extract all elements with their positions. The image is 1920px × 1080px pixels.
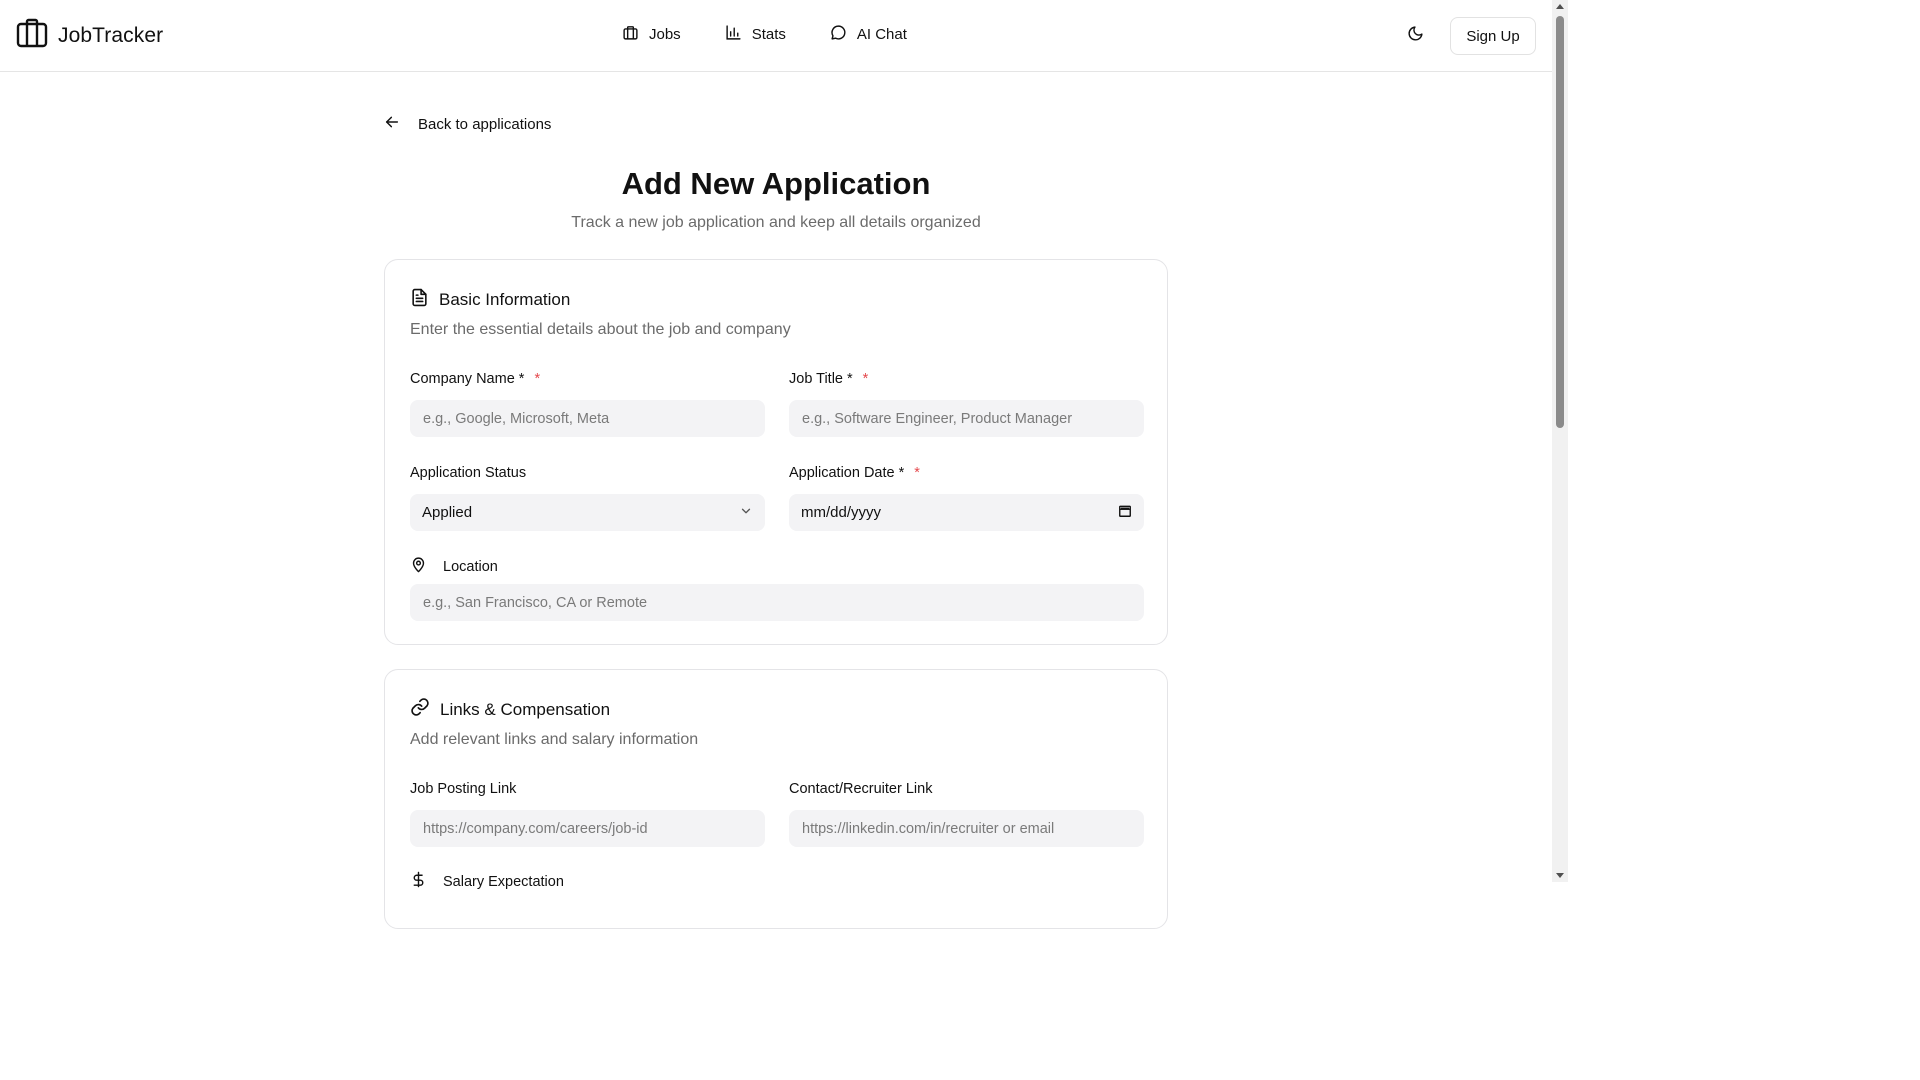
page-scrollbar[interactable]: [1552, 0, 1568, 882]
application-date-label: Application Date * *: [789, 465, 920, 481]
chevron-down-icon: [739, 504, 753, 522]
links-compensation-description: Add relevant links and salary informatio…: [410, 731, 699, 748]
location-label-text: Location: [443, 558, 498, 575]
scroll-up-arrow-icon[interactable]: [1556, 4, 1564, 9]
job-posting-link-label: Job Posting Link: [410, 781, 516, 797]
location-input[interactable]: [410, 584, 1144, 621]
main-nav: Jobs Stats AI Chat: [622, 24, 907, 45]
job-title-label: Job Title * *: [789, 371, 868, 387]
calendar-icon[interactable]: [1118, 504, 1132, 522]
scrollbar-thumb[interactable]: [1556, 16, 1564, 428]
basic-information-header: Basic Information: [410, 287, 570, 313]
nav-ai-chat-label: AI Chat: [856, 26, 907, 43]
moon-icon: [1407, 25, 1424, 47]
back-link-label: Back to applications: [418, 115, 552, 133]
contact-recruiter-link-label: Contact/Recruiter Link: [789, 781, 932, 797]
application-date-value: mm/dd/yyyy: [801, 504, 882, 521]
nav-stats[interactable]: Stats: [725, 24, 786, 45]
nav-stats-label: Stats: [751, 26, 786, 43]
theme-toggle-button[interactable]: [1400, 22, 1430, 50]
briefcase-icon: [622, 24, 639, 45]
links-compensation-header: Links & Compensation: [410, 697, 610, 722]
required-marker: *: [914, 465, 920, 481]
company-name-input[interactable]: [410, 400, 765, 437]
nav-jobs[interactable]: Jobs: [622, 24, 681, 45]
sign-up-button[interactable]: Sign Up: [1450, 17, 1536, 55]
contact-recruiter-link-input[interactable]: [789, 810, 1144, 847]
map-pin-icon: [410, 556, 427, 577]
required-marker: *: [862, 371, 869, 387]
application-status-label: Application Status: [410, 465, 526, 481]
brand-name: JobTracker: [58, 23, 164, 47]
application-status-label-text: Application Status: [410, 465, 527, 481]
page-title: Add New Application: [621, 166, 931, 201]
bar-chart-icon: [725, 24, 742, 45]
top-navbar: JobTracker Jobs Stats AI Chat Sign Up: [0, 0, 1552, 72]
application-status-value: Applied: [422, 504, 473, 521]
application-date-label-text: Application Date *: [789, 465, 905, 481]
nav-jobs-label: Jobs: [649, 26, 681, 43]
job-title-input[interactable]: [789, 400, 1144, 437]
job-posting-link-label-text: Job Posting Link: [410, 781, 517, 797]
basic-information-card: Basic Information Enter the essential de…: [384, 259, 1168, 645]
basic-information-title: Basic Information: [439, 290, 571, 309]
chat-bubble-icon: [830, 24, 847, 45]
job-posting-link-input[interactable]: [410, 810, 765, 847]
contact-recruiter-link-label-text: Contact/Recruiter Link: [789, 781, 933, 797]
required-marker: *: [534, 371, 541, 387]
company-name-label-text: Company Name *: [410, 371, 525, 387]
company-name-label: Company Name * *: [410, 371, 540, 387]
dollar-sign-icon: [410, 871, 427, 892]
link-icon: [410, 697, 430, 722]
links-compensation-title: Links & Compensation: [440, 699, 611, 719]
location-label: Location: [410, 556, 498, 577]
job-title-label-text: Job Title *: [789, 371, 853, 387]
application-date-input[interactable]: mm/dd/yyyy: [789, 494, 1144, 531]
arrow-left-icon: [384, 114, 400, 134]
scroll-down-arrow-icon[interactable]: [1556, 873, 1564, 878]
back-to-applications-link[interactable]: Back to applications: [384, 114, 551, 134]
salary-expectation-label-text: Salary Expectation: [443, 873, 564, 890]
brand-logo-link[interactable]: JobTracker: [16, 18, 163, 53]
nav-ai-chat[interactable]: AI Chat: [830, 24, 907, 45]
links-compensation-card: Links & Compensation Add relevant links …: [384, 669, 1168, 929]
page-subtitle: Track a new job application and keep all…: [571, 214, 981, 231]
salary-expectation-label: Salary Expectation: [410, 871, 564, 892]
briefcase-logo-icon: [16, 18, 48, 53]
application-status-select[interactable]: Applied: [410, 494, 765, 531]
basic-information-description: Enter the essential details about the jo…: [410, 321, 791, 338]
document-icon: [410, 287, 429, 313]
